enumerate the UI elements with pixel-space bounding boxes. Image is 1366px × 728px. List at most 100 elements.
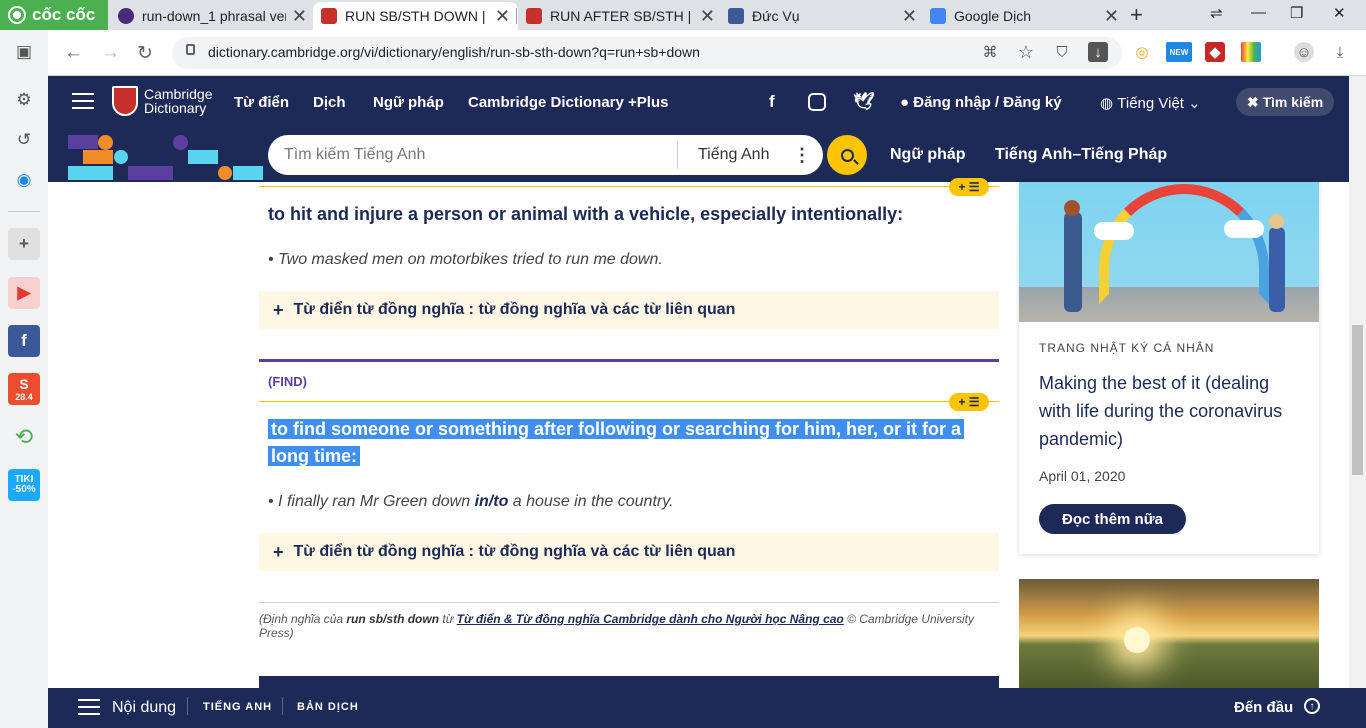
sense-divider [259,186,999,187]
tab-favicon-icon [118,8,134,24]
cambridge-shield-icon [112,86,138,116]
sunset-field-image [1019,579,1319,688]
guideword: (FIND) [268,374,307,389]
more-options-icon[interactable]: ⋮ [793,145,811,166]
cambridge-favicon-icon [526,8,542,24]
add-to-wordlist-button[interactable]: + ☰ [949,393,989,411]
tab-run-sb-sth-down[interactable]: RUN SB/STH DOWN | Đị ✕ [313,2,518,30]
decor-block [83,150,113,164]
sidebar-divider [8,211,40,212]
tab-run-down[interactable]: run-down_1 phrasal verb ✕ [110,2,315,30]
english-french-link[interactable]: Tiếng Anh–Tiếng Pháp [995,146,1167,164]
translate-page-icon[interactable]: ⌘ [980,42,1000,62]
card-date: April 01, 2020 [1039,468,1126,484]
back-button[interactable]: ← [64,42,83,64]
shield-icon[interactable]: ⛉ [1052,42,1072,62]
menu-icon[interactable] [72,93,94,114]
nav-plus[interactable]: Cambridge Dictionary +Plus [468,94,668,111]
credit-divider [259,602,999,603]
tiki-icon[interactable]: TIKI -50% [8,469,40,501]
decor-dot [218,166,232,180]
rainbow-kids-image [1019,182,1319,322]
person-shape [1064,212,1082,312]
close-icon[interactable]: ✕ [700,6,715,27]
close-icon[interactable]: ✕ [292,6,307,27]
maximize-button[interactable]: ❐ [1290,4,1303,22]
facebook-icon[interactable]: f [8,325,40,357]
profile-avatar[interactable]: ☺ [1294,42,1314,62]
tab-english[interactable]: TIẾNG ANH [203,701,272,713]
tab-menu-icon[interactable]: ⇌ [1210,4,1223,22]
definition: to hit and injure a person or animal wit… [268,204,904,224]
source-credit: (Định nghĩa của run sb/sth down từ Từ đi… [259,612,974,640]
contents-link[interactable]: Nội dung [112,699,176,717]
downloads-icon[interactable]: ⤓ [1330,42,1350,62]
bookmark-star-icon[interactable]: ☆ [1016,42,1036,62]
decor-block [68,166,113,180]
instagram-icon[interactable] [808,93,826,111]
extension-red-icon[interactable]: ◆ [1205,42,1225,62]
globe-icon: ◍ [1100,95,1118,112]
browser-brand[interactable]: cốc cốc [0,0,108,30]
add-app-icon[interactable]: + [8,228,40,260]
close-icon[interactable]: ✕ [1104,6,1119,27]
search-button[interactable] [827,135,867,175]
scrollbar-thumb[interactable] [1352,325,1363,475]
card-category: TRANG NHẬT KÝ CÁ NHÂN [1039,341,1215,355]
cambridge-logo[interactable]: Cambridge Dictionary [112,86,212,116]
leaf-app-icon[interactable]: ⟲ [8,421,40,453]
forward-button[interactable]: → [101,42,120,64]
sidebar-toggle-icon[interactable]: ▣ [8,36,40,68]
url-text[interactable]: dictionary.cambridge.org/vi/dictionary/e… [208,44,700,60]
new-tab-button[interactable]: + [1130,2,1143,28]
definition-highlighted: to find someone or something after follo… [268,416,965,470]
new-extension-icon[interactable]: NEW [1166,42,1192,62]
minimize-button[interactable]: — [1251,4,1266,21]
search-toggle-button[interactable]: ✖ Tìm kiếm [1236,88,1334,116]
tab-google-translate[interactable]: Google Dịch ✕ [922,2,1127,30]
decor-dot [114,150,128,164]
chevron-down-icon: ⌄ [1183,95,1201,112]
close-icon[interactable]: ✕ [902,6,917,27]
facebook-icon[interactable]: f [769,92,775,112]
tab-run-after[interactable]: RUN AFTER SB/STH | Đị ✕ [518,2,723,30]
nav-grammar[interactable]: Ngữ pháp [373,94,444,111]
sense-block-divider [259,359,999,362]
contents-menu-icon[interactable] [78,699,100,720]
search-input[interactable]: Tìm kiếm Tiếng Anh [284,146,425,164]
tab-facebook[interactable]: Đức Vụ ✕ [720,2,925,30]
thesaurus-expander[interactable]: + Từ điển từ đồng nghĩa : từ đồng nghĩa v… [259,533,999,571]
add-to-wordlist-button[interactable]: + ☰ [949,178,989,196]
close-icon: ✖ [1246,93,1263,110]
user-icon: ● [900,94,914,111]
history-icon[interactable]: ↺ [8,124,40,156]
twitter-icon[interactable]: 🕊 [853,92,875,112]
nav-dictionary[interactable]: Từ điển [234,94,289,111]
grammar-link[interactable]: Ngữ pháp [890,146,966,164]
messenger-icon[interactable]: ◉ [8,164,40,196]
shopee-icon[interactable]: S 28.4 [8,373,40,405]
language-selector[interactable]: ◍ Tiếng Việt ⌄ [1100,94,1201,112]
login-link[interactable]: ● Đăng nhập / Đăng ký [900,94,1062,111]
decor-block [233,166,263,180]
tab-translation[interactable]: BẢN DỊCH [297,701,359,713]
reload-button[interactable]: ↻ [137,42,153,65]
close-icon[interactable]: ✕ [495,6,510,27]
example: • Two masked men on motorbikes tried to … [268,251,663,268]
youtube-icon[interactable]: ▶ [8,277,40,309]
source-link[interactable]: Từ điển & Từ đồng nghĩa Cambridge dành c… [457,612,844,626]
nav-translate[interactable]: Dịch [313,94,346,111]
facebook-favicon-icon [728,8,744,24]
dictionary-language-select[interactable]: Tiếng Anh [698,146,769,164]
thesaurus-expander[interactable]: + Từ điển từ đồng nghĩa : từ đồng nghĩa v… [259,291,999,329]
settings-icon[interactable]: ⚙ [8,84,40,116]
extension-coin-icon[interactable]: ◎ [1132,42,1152,62]
card-title[interactable]: Making the best of it (dealing with life… [1039,369,1304,453]
read-more-button[interactable]: Đọc thêm nữa [1039,504,1186,534]
download-page-icon[interactable]: ↓ [1088,42,1108,62]
person-head-shape [1064,200,1080,216]
extension-color-icon[interactable] [1241,42,1261,62]
back-to-top-link[interactable]: Đến đầu [1234,699,1293,716]
arrow-up-icon[interactable]: ↑ [1304,698,1320,714]
close-window-button[interactable]: ✕ [1333,4,1346,22]
